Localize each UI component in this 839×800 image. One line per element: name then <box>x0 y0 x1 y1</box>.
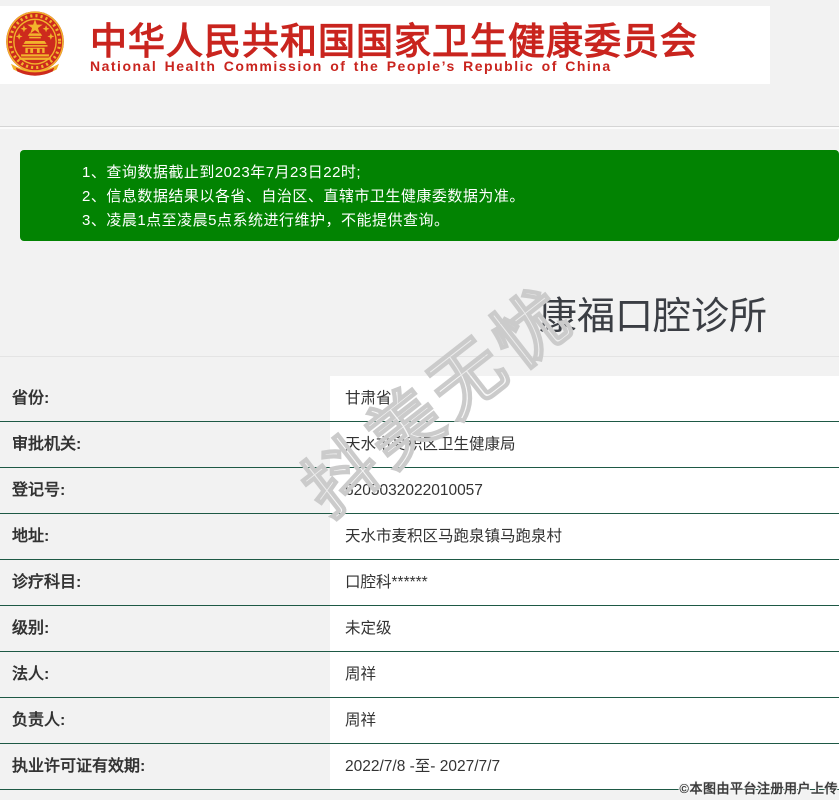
table-row: 级别: 未定级 <box>0 606 839 652</box>
table-row: 地址: 天水市麦积区马跑泉镇马跑泉村 <box>0 514 839 560</box>
field-value: 甘肃省 <box>330 376 839 421</box>
field-label: 诊疗科目: <box>12 574 82 591</box>
notice-item: 3、凌晨1点至凌晨5点系统进行维护，不能提供查询。 <box>82 212 450 229</box>
field-value: 天水市麦积区卫生健康局 <box>330 422 839 467</box>
license-detail-table: 省份: 甘肃省 审批机关: 天水市麦积区卫生健康局 登记号: 620503202… <box>0 376 839 790</box>
org-name-en: National Health Commission of the People… <box>90 58 612 74</box>
field-label: 登记号: <box>12 482 66 499</box>
table-row: 省份: 甘肃省 <box>0 376 839 422</box>
field-label: 级别: <box>12 620 50 637</box>
clinic-name-title: 康福口腔诊所 <box>538 296 767 338</box>
notice-item: 1、查询数据截止到2023年7月23日22时; <box>82 164 362 181</box>
field-value: 天水市麦积区马跑泉镇马跑泉村 <box>330 514 839 559</box>
field-label: 地址: <box>12 528 50 545</box>
field-label: 法人: <box>12 666 50 683</box>
site-header: 中华人民共和国国家卫生健康委员会 National Health Commiss… <box>0 6 770 84</box>
field-value: 未定级 <box>330 606 839 651</box>
notice-banner: 1、查询数据截止到2023年7月23日22时; 2、信息数据结果以各省、自治区、… <box>20 150 839 241</box>
field-label: 省份: <box>12 390 50 407</box>
field-value: 周祥 <box>330 652 839 697</box>
table-row: 登记号: 6205032022010057 <box>0 468 839 514</box>
table-row: 审批机关: 天水市麦积区卫生健康局 <box>0 422 839 468</box>
notice-item: 2、信息数据结果以各省、自治区、直辖市卫生健康委数据为准。 <box>82 188 525 205</box>
table-row: 诊疗科目: 口腔科****** <box>0 560 839 606</box>
prc-national-emblem-icon <box>6 11 64 76</box>
field-label: 执业许可证有效期: <box>12 758 146 775</box>
field-label: 审批机关: <box>12 436 82 453</box>
field-value: 周祥 <box>330 698 839 743</box>
field-value: 6205032022010057 <box>330 468 839 513</box>
header-divider <box>0 126 839 129</box>
table-row: 法人: 周祥 <box>0 652 839 698</box>
org-name-zh: 中华人民共和国国家卫生健康委员会 <box>90 21 698 62</box>
field-value: 口腔科****** <box>330 560 839 605</box>
upload-attribution-stamp: ©本图由平台注册用户上传 <box>679 781 838 796</box>
table-row: 负责人: 周祥 <box>0 698 839 744</box>
section-divider <box>0 356 839 357</box>
field-label: 负责人: <box>12 712 66 729</box>
